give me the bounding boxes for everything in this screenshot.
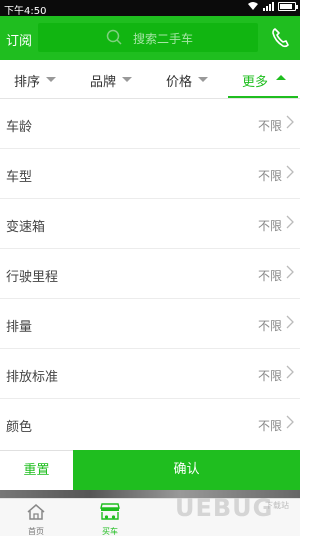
filter-row-body-type[interactable]: 车型 不限 xyxy=(0,149,300,199)
battery-icon xyxy=(278,1,298,11)
tab-sort-label: 排序 xyxy=(14,75,41,90)
filter-value: 不限 xyxy=(257,269,282,283)
tab-price-label: 价格 xyxy=(166,75,193,90)
chevron-down-icon xyxy=(46,77,56,82)
car-market-icon xyxy=(100,503,120,520)
tab-more[interactable]: 更多 xyxy=(228,60,298,98)
filter-value: 不限 xyxy=(257,369,282,383)
chevron-right-icon xyxy=(286,365,294,379)
chevron-up-icon xyxy=(276,75,286,80)
filter-label: 排放标准 xyxy=(6,370,59,385)
filter-row-transmission[interactable]: 变速箱 不限 xyxy=(0,199,300,249)
chevron-right-icon xyxy=(286,265,294,279)
wifi-icon xyxy=(248,2,258,10)
filter-label: 颜色 xyxy=(6,420,33,435)
status-bar: 下午4:50 xyxy=(0,0,300,17)
tab-price[interactable]: 价格 xyxy=(166,60,216,98)
watermark-caption: 下载站 xyxy=(265,501,289,510)
filter-actions: 重置 确认 xyxy=(0,450,300,490)
filter-row-emission[interactable]: 排放标准 不限 xyxy=(0,349,300,399)
filter-value: 不限 xyxy=(257,419,282,433)
chevron-right-icon xyxy=(286,115,294,129)
filter-value: 不限 xyxy=(257,119,282,133)
status-icons xyxy=(247,1,298,11)
search-placeholder: 搜索二手车 xyxy=(133,32,194,46)
chevron-right-icon xyxy=(286,215,294,229)
chevron-down-icon xyxy=(122,77,132,82)
tab-more-label: 更多 xyxy=(242,75,269,90)
tab-brand-label: 品牌 xyxy=(90,75,117,90)
filter-row-color[interactable]: 颜色 不限 xyxy=(0,399,300,450)
active-tab-indicator xyxy=(228,96,298,98)
nav-buy-car-label: 买车 xyxy=(102,527,118,536)
filter-tabs: 排序 品牌 价格 更多 xyxy=(0,60,300,99)
nav-home-label: 首页 xyxy=(28,527,44,536)
filter-row-displacement[interactable]: 排量 不限 xyxy=(0,299,300,349)
filter-label: 行驶里程 xyxy=(6,270,59,285)
filter-value: 不限 xyxy=(257,219,282,233)
home-icon xyxy=(27,504,45,520)
reset-button[interactable]: 重置 xyxy=(0,450,73,490)
filter-row-mileage[interactable]: 行驶里程 不限 xyxy=(0,249,300,299)
search-icon xyxy=(106,29,122,45)
filter-label: 变速箱 xyxy=(6,220,46,235)
watermark-logo: UEBUG xyxy=(175,494,274,522)
tab-sort[interactable]: 排序 xyxy=(14,60,64,98)
chevron-right-icon xyxy=(286,165,294,179)
confirm-button[interactable]: 确认 xyxy=(73,450,300,490)
filter-value: 不限 xyxy=(257,169,282,183)
nav-buy-car[interactable]: 买车 xyxy=(90,502,130,537)
nav-home[interactable]: 首页 xyxy=(16,502,56,537)
status-time: 下午4:50 xyxy=(4,6,47,17)
filter-label: 排量 xyxy=(6,320,33,335)
filter-label: 车龄 xyxy=(6,120,33,135)
chevron-right-icon xyxy=(286,415,294,429)
chevron-right-icon xyxy=(286,315,294,329)
phone-icon[interactable] xyxy=(270,26,292,50)
search-box[interactable]: 搜索二手车 xyxy=(38,23,258,52)
filter-value: 不限 xyxy=(257,319,282,333)
filter-label: 车型 xyxy=(6,170,33,185)
signal-icon xyxy=(263,1,274,11)
chevron-down-icon xyxy=(198,77,208,82)
subscribe-button[interactable]: 订阅 xyxy=(6,30,32,49)
filter-row-age[interactable]: 车龄 不限 xyxy=(0,99,300,149)
app-header: 订阅 搜索二手车 xyxy=(0,16,300,60)
tab-brand[interactable]: 品牌 xyxy=(90,60,140,98)
